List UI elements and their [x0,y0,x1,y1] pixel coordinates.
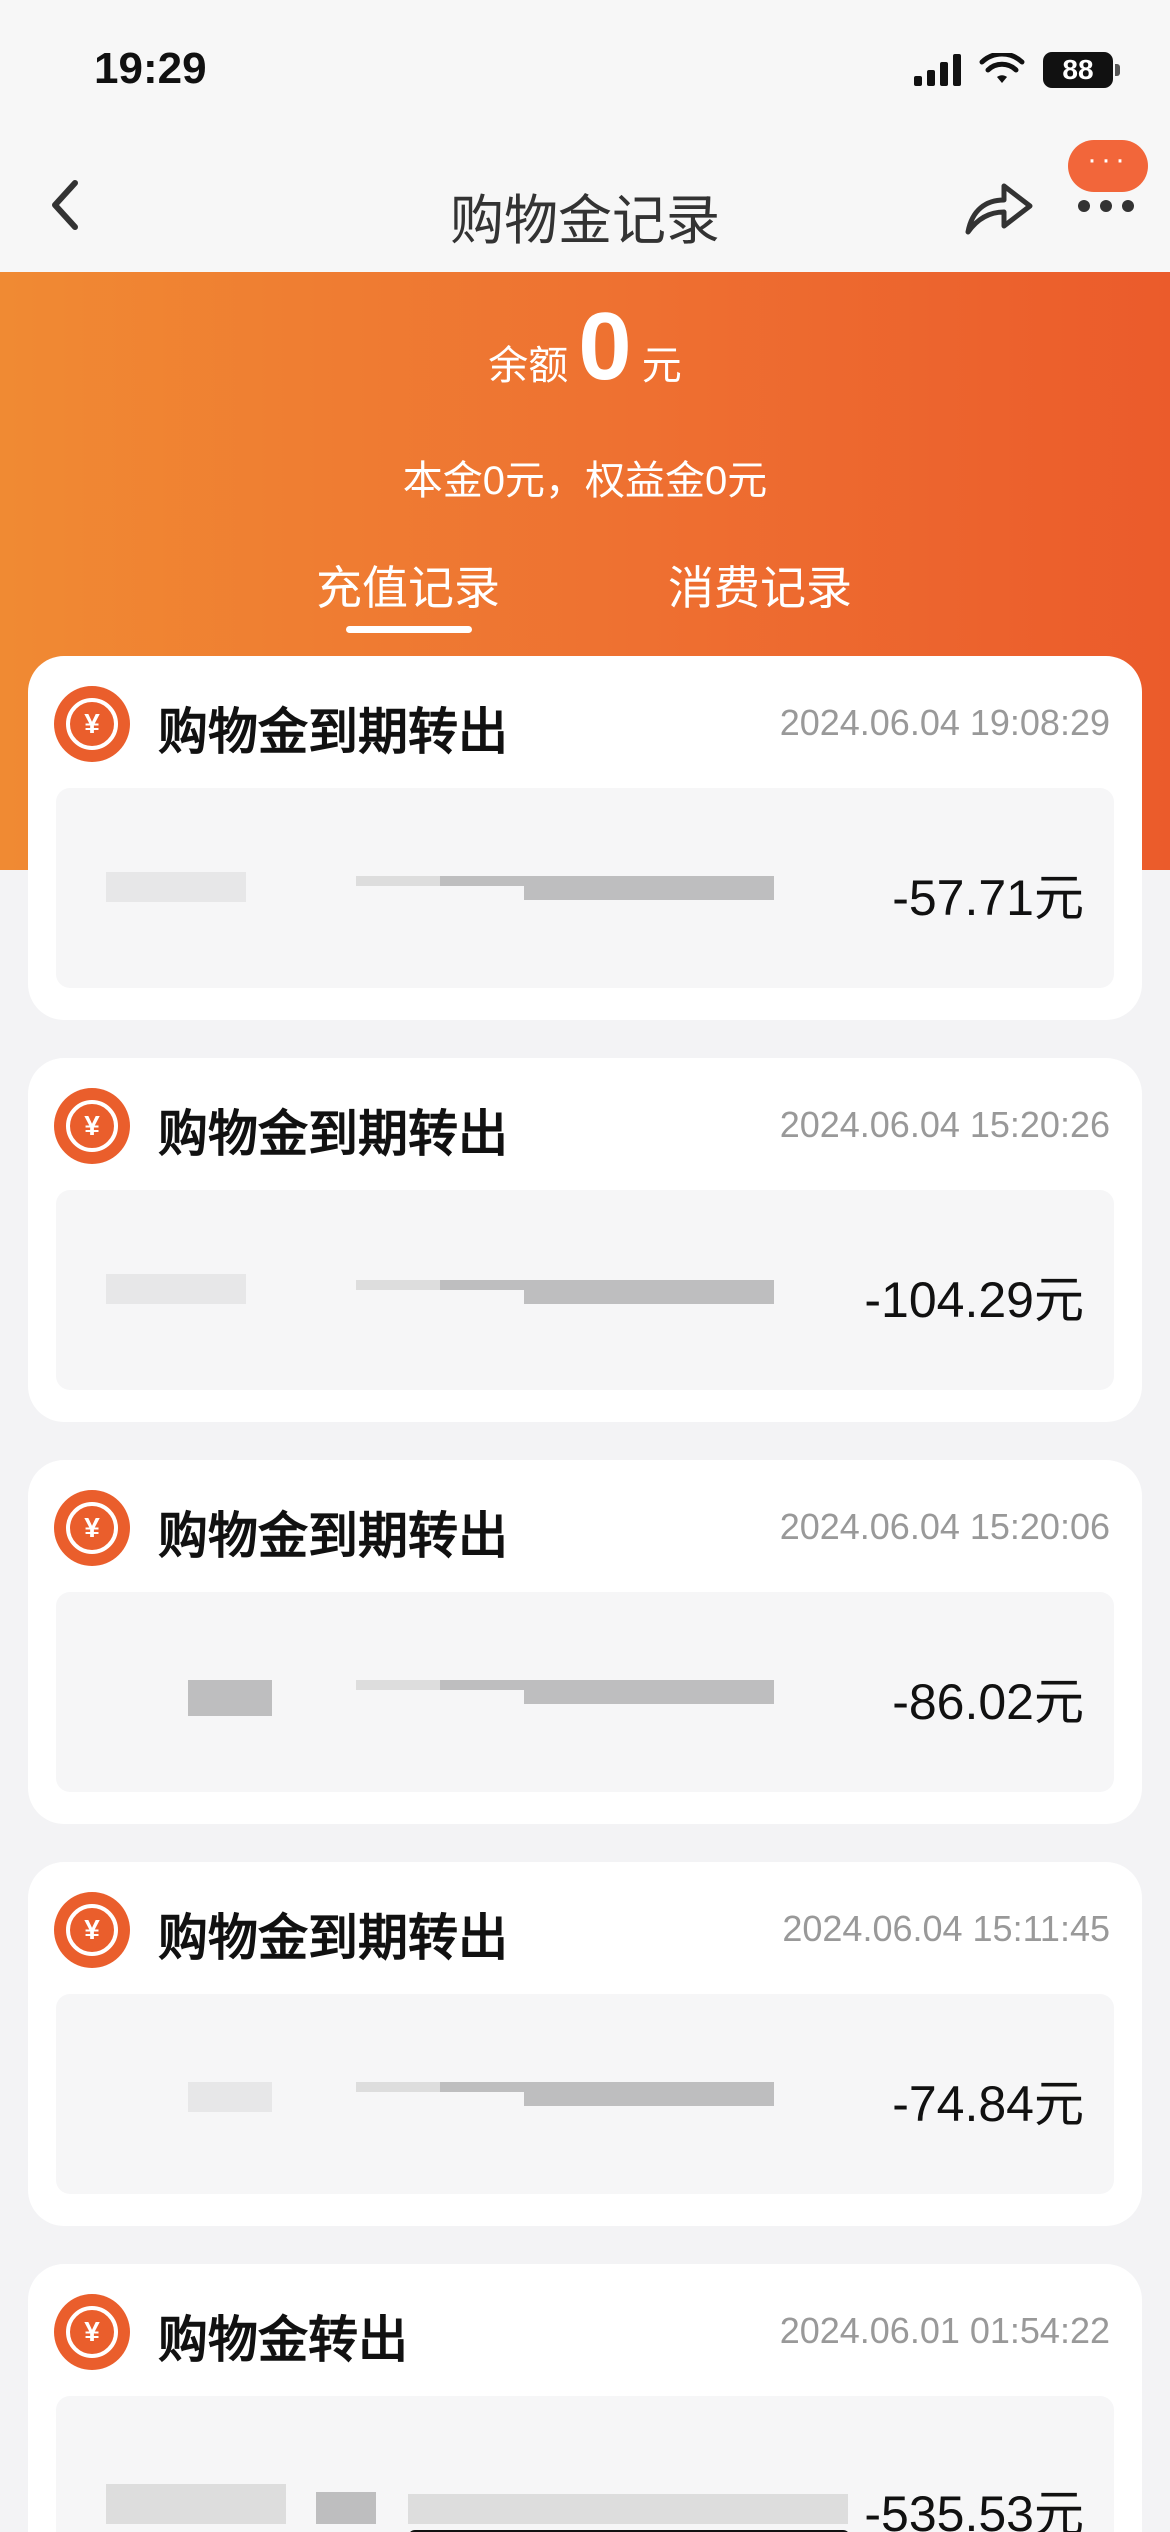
redacted-text [188,1680,272,1716]
nav-bar: 购物金记录 ··· [0,140,1170,272]
balance-unit: 元 [641,344,682,388]
redacted-text [524,2082,774,2106]
tab-consumption-records[interactable]: 消费记录 [668,552,852,618]
record-card[interactable]: ¥ 购物金到期转出 2024.06.04 15:11:45 -74.84元 [28,1862,1142,2226]
redacted-text [356,1280,440,1290]
redacted-text [188,2082,272,2112]
share-icon [965,183,1033,235]
more-menu-button[interactable]: ··· [1064,140,1148,230]
record-title: 购物金到期转出 [158,1106,508,1162]
record-amount: -104.29元 [864,1272,1084,1328]
record-time: 2024.06.01 01:54:22 [779,2310,1110,2351]
shopping-credit-icon: ¥ [54,686,130,762]
redacted-text [408,2494,848,2524]
balance-breakdown: 本金0元，权益金0元 [402,459,768,503]
redacted-text [524,876,774,900]
record-card[interactable]: ¥ 购物金到期转出 2024.06.04 15:20:26 -104.29元 [28,1058,1142,1422]
record-amount: -86.02元 [892,1674,1084,1730]
record-card[interactable]: ¥ 购物金到期转出 2024.06.04 19:08:29 -57.71元 [28,656,1142,1020]
shopping-credit-icon: ¥ [54,2294,130,2370]
redacted-text [106,1274,246,1304]
record-time: 2024.06.04 19:08:29 [779,702,1110,743]
status-time: 19:29 [94,44,207,93]
record-title: 购物金到期转出 [158,1508,508,1564]
redacted-text [356,1680,440,1690]
record-time: 2024.06.04 15:20:26 [779,1104,1110,1145]
active-tab-indicator [346,626,472,633]
record-time: 2024.06.04 15:20:06 [779,1506,1110,1547]
record-detail: -104.29元 [56,1190,1114,1390]
redacted-text [440,1680,524,1690]
balance-row: 余额 0 元 [0,292,1170,402]
redacted-text [524,1280,774,1304]
redacted-text [316,2492,376,2524]
status-icons: 88 [914,52,1120,88]
redacted-text [356,2082,440,2092]
record-amount: -57.71元 [892,870,1084,926]
record-amount: -535.53元 [864,2486,1084,2532]
record-amount: -74.84元 [892,2076,1084,2132]
status-bar: 19:29 88 [0,0,1170,140]
redacted-text [440,1280,524,1290]
more-badge: ··· [1068,140,1148,192]
redacted-text [524,1680,774,1704]
more-dots-icon [1078,200,1134,212]
record-detail: -86.02元 [56,1592,1114,1792]
shopping-credit-icon: ¥ [54,1088,130,1164]
record-detail: -57.71元 [56,788,1114,988]
record-card[interactable]: ¥ 购物金转出 2024.06.01 01:54:22 -535.53元 [28,2264,1142,2532]
record-card[interactable]: ¥ 购物金到期转出 2024.06.04 15:20:06 -86.02元 [28,1460,1142,1824]
redacted-text [440,2082,524,2092]
record-title: 购物金转出 [158,2312,408,2368]
shopping-credit-icon: ¥ [54,1490,130,1566]
redacted-text [356,876,440,886]
record-title: 购物金到期转出 [158,704,508,760]
battery-level: 88 [1043,52,1113,88]
redacted-text [440,876,524,886]
record-title: 购物金到期转出 [158,1910,508,1966]
balance-value: 0 [578,293,632,400]
tab-recharge-records[interactable]: 充值记录 [316,552,500,618]
balance-label: 余额 [488,344,569,388]
page: 19:29 88 购物金记录 ··· 余额 0 元 本金0元，权益金0元 充值记… [0,0,1170,2532]
wifi-icon [979,53,1025,83]
record-time: 2024.06.04 15:11:45 [782,1908,1110,1949]
share-button[interactable] [960,172,1040,242]
record-detail: -535.53元 [56,2396,1114,2532]
battery-icon: 88 [1043,52,1120,88]
record-detail: -74.84元 [56,1994,1114,2194]
cellular-signal-icon [914,54,961,86]
redacted-text [106,872,246,902]
shopping-credit-icon: ¥ [54,1892,130,1968]
redacted-text [106,2484,286,2524]
